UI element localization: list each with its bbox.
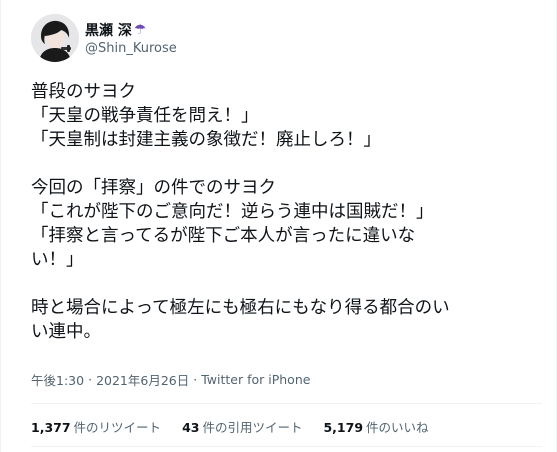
umbrella-icon: ☂ — [133, 22, 147, 38]
meta-separator: · — [88, 372, 93, 387]
divider — [31, 403, 542, 404]
tweet-line: 普段のサヨク — [31, 82, 136, 102]
quotes-count: 43 — [182, 420, 200, 435]
quotes-label: 件の引用ツイート — [202, 420, 303, 435]
tweet-stats: 1,377 件のリツイート 43 件の引用ツイート 5,179 件のいいね — [31, 417, 450, 436]
display-name[interactable]: 黒瀬 深 — [85, 20, 132, 40]
likes-stat[interactable]: 5,179 件のいいね — [323, 417, 428, 436]
retweets-label: 件のリツイート — [73, 420, 162, 435]
meta-separator: · — [193, 372, 198, 387]
display-name-row[interactable]: 黒瀬 深 ☂ — [85, 20, 177, 40]
tweet-line: い連中。 — [31, 322, 101, 342]
avatar-icon — [31, 14, 79, 62]
tweet-time[interactable]: 午後1:30 — [31, 370, 84, 389]
quotes-stat[interactable]: 43 件の引用ツイート — [182, 417, 302, 436]
tweet-line: 「天皇制は封建主義の象徴だ！廃止しろ！」 — [31, 130, 381, 150]
tweet-line: 「天皇の戦争責任を問え！」 — [31, 106, 259, 126]
user-names: 黒瀬 深 ☂ @Shin_Kurose — [85, 20, 177, 56]
likes-label: 件のいいね — [366, 420, 429, 435]
tweet-card: 黒瀬 深 ☂ @Shin_Kurose 普段のサヨク 「天皇の戦争責任を問え！」… — [0, 0, 557, 452]
retweets-count: 1,377 — [31, 420, 71, 435]
likes-count: 5,179 — [323, 420, 364, 435]
user-handle[interactable]: @Shin_Kurose — [85, 41, 177, 56]
tweet-line: 「拝察と言ってるが陛下ご本人が言ったに違いな — [31, 226, 416, 246]
tweet-line: 時と場合によって極左にも極右にもなり得る都合のい — [31, 298, 450, 318]
tweet-meta: 午後1:30 · 2021年6月26日 · Twitter for iPhone — [31, 370, 310, 389]
tweet-line: い！」 — [31, 250, 84, 270]
avatar[interactable] — [31, 14, 79, 62]
tweet-text: 普段のサヨク 「天皇の戦争責任を問え！」 「天皇制は封建主義の象徴だ！廃止しろ！… — [31, 80, 531, 344]
tweet-date[interactable]: 2021年6月26日 — [96, 370, 189, 389]
retweets-stat[interactable]: 1,377 件のリツイート — [31, 417, 161, 436]
divider — [31, 446, 542, 447]
tweet-line: 「これが陛下のご意向だ！逆らう連中は国賊だ！」 — [31, 202, 434, 222]
tweet-line: 今回の「拝察」の件でのサヨク — [31, 178, 276, 198]
tweet-source[interactable]: Twitter for iPhone — [201, 372, 310, 387]
tweet-header: 黒瀬 深 ☂ @Shin_Kurose — [31, 14, 177, 62]
